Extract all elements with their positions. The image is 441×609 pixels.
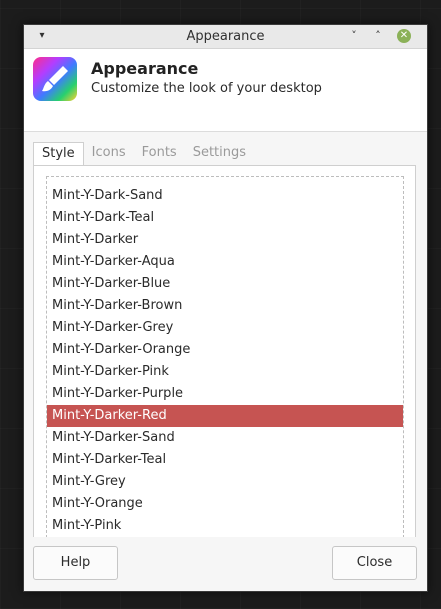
- dialog-footer: Help Close: [24, 537, 427, 591]
- minimize-icon[interactable]: ˅: [347, 29, 361, 43]
- app-header: Appearance Customize the look of your de…: [24, 49, 427, 132]
- list-item[interactable]: Mint-Y-Grey: [47, 471, 403, 493]
- list-item[interactable]: Mint-Y-Pink: [47, 515, 403, 537]
- help-button[interactable]: Help: [33, 546, 118, 580]
- titlebar[interactable]: ▾ Appearance ˅ ˄ ✕: [24, 25, 427, 49]
- app-subtitle: Customize the look of your desktop: [91, 81, 322, 96]
- window-title: Appearance: [186, 29, 265, 44]
- app-title: Appearance: [91, 59, 199, 78]
- list-item[interactable]: Mint-Y-Dark-Teal: [47, 207, 403, 229]
- list-item-selected[interactable]: Mint-Y-Darker-Red: [47, 405, 403, 427]
- list-item[interactable]: Mint-Y-Darker-Pink: [47, 361, 403, 383]
- paintbrush-icon: [33, 57, 77, 101]
- list-item[interactable]: Mint-Y-Darker-Blue: [47, 273, 403, 295]
- list-item[interactable]: Mint-Y-Darker: [47, 229, 403, 251]
- tab-icons[interactable]: Icons: [84, 142, 134, 166]
- close-button[interactable]: Close: [332, 546, 417, 580]
- tab-settings[interactable]: Settings: [185, 142, 254, 166]
- style-tab-panel: Mint-Y-Dark-Red Mint-Y-Dark-Sand Mint-Y-…: [33, 165, 416, 541]
- main-content: Style Icons Fonts Settings Mint-Y-Dark-R…: [24, 132, 427, 541]
- list-item[interactable]: Mint-Y-Dark-Red: [47, 177, 403, 185]
- close-icon[interactable]: ✕: [397, 29, 411, 43]
- theme-list[interactable]: Mint-Y-Dark-Red Mint-Y-Dark-Sand Mint-Y-…: [46, 176, 404, 538]
- list-item[interactable]: Mint-Y-Darker-Grey: [47, 317, 403, 339]
- list-item[interactable]: Mint-Y-Darker-Sand: [47, 427, 403, 449]
- tab-fonts[interactable]: Fonts: [134, 142, 185, 166]
- maximize-icon[interactable]: ˄: [371, 29, 385, 43]
- list-item[interactable]: Mint-Y-Darker-Orange: [47, 339, 403, 361]
- theme-list-items: Mint-Y-Dark-Red Mint-Y-Dark-Sand Mint-Y-…: [47, 177, 403, 537]
- list-item[interactable]: Mint-Y-Dark-Sand: [47, 185, 403, 207]
- tab-style[interactable]: Style: [33, 142, 84, 166]
- list-item[interactable]: Mint-Y-Orange: [47, 493, 403, 515]
- list-item[interactable]: Mint-Y-Darker-Aqua: [47, 251, 403, 273]
- appearance-window: ▾ Appearance ˅ ˄ ✕ Appearance Customize …: [23, 24, 428, 592]
- tab-bar: Style Icons Fonts Settings: [33, 142, 254, 166]
- list-item[interactable]: Mint-Y-Darker-Teal: [47, 449, 403, 471]
- list-item[interactable]: Mint-Y-Darker-Brown: [47, 295, 403, 317]
- list-item[interactable]: Mint-Y-Darker-Purple: [47, 383, 403, 405]
